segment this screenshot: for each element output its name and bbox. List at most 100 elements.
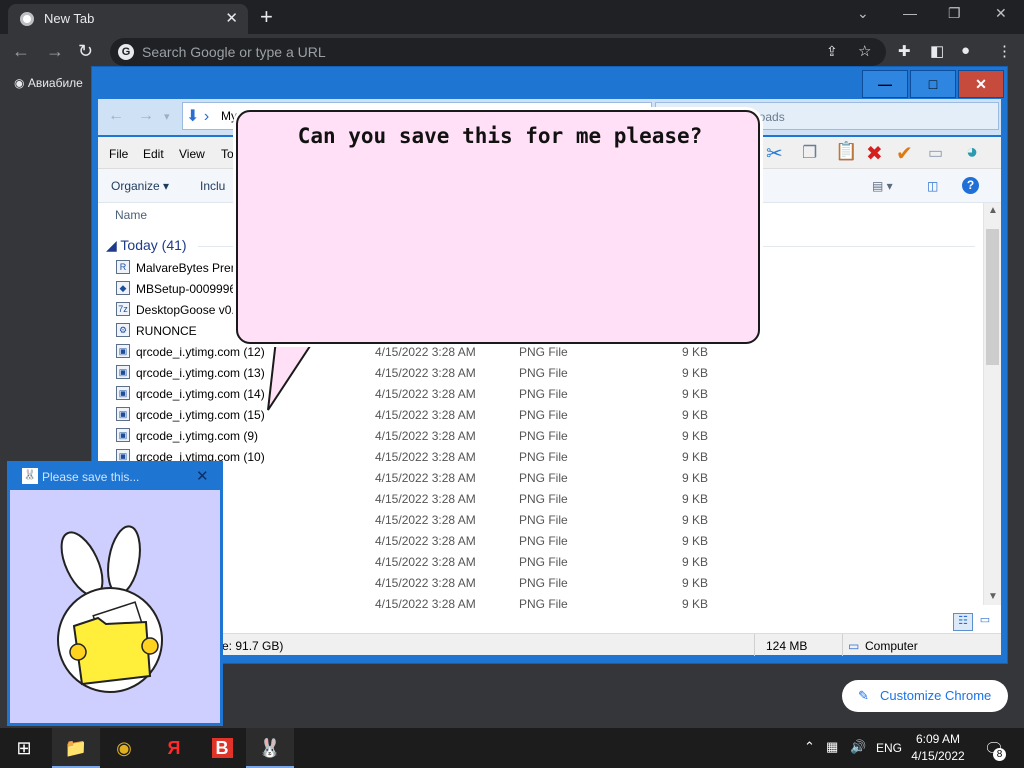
shell-icon[interactable]: ◕ [966, 141, 978, 164]
file-size: 9 KB [682, 534, 709, 548]
table-row[interactable]: om (5)4/15/2022 3:28 AMPNG File9 KB [98, 593, 983, 614]
preview-pane-icon[interactable]: ◫ [927, 179, 938, 193]
scroll-down-icon[interactable]: ▼ [988, 591, 998, 602]
explorer-titlebar[interactable]: — □ ✕ [92, 67, 1007, 99]
maximize-button[interactable]: □ [910, 70, 956, 98]
organize-button[interactable]: Organize ▾ [111, 179, 169, 193]
file-type: PNG File [519, 408, 568, 422]
file-date: 4/15/2022 3:28 AM [375, 492, 476, 506]
bunny-taskbar-icon[interactable]: 🐰 [246, 728, 294, 768]
chrome-taskbar-icon[interactable]: ◉ [100, 728, 148, 768]
paste-icon[interactable]: 📋 [835, 141, 857, 162]
scroll-up-icon[interactable]: ▲ [988, 205, 998, 216]
table-row[interactable]: om (3)4/15/2022 3:28 AMPNG File9 KB [98, 551, 983, 572]
bookmark-item[interactable]: ◉ Авиабиле [14, 76, 83, 90]
details-view-icon[interactable]: ☷ [953, 613, 973, 631]
clock-time[interactable]: 6:09 AM [912, 732, 964, 746]
file-date: 4/15/2022 3:28 AM [375, 513, 476, 527]
close-button[interactable]: ✕ [958, 70, 1004, 98]
file-size: 9 KB [682, 492, 709, 506]
table-row[interactable]: ▣ qrcode_i.ytimg.com (14) 4/15/2022 3:28 A… [98, 383, 983, 404]
table-row[interactable]: ▣ qrcode_i.ytimg.com (12) 4/15/2022 3:28 A… [98, 341, 983, 362]
file-name: qrcode_i.ytimg.com (9) [136, 429, 259, 443]
tab-new-tab[interactable]: New Tab ✕ [8, 4, 248, 34]
menu-file[interactable]: File [109, 147, 128, 161]
copy-icon[interactable]: ❐ [802, 143, 817, 163]
profile-icon[interactable]: ● [961, 42, 970, 59]
new-tab-button[interactable]: + [260, 4, 273, 30]
tray-up-arrow-icon[interactable]: ⌃ [804, 739, 815, 755]
file-type: PNG File [519, 555, 568, 569]
file-name: RUNONCE [136, 324, 197, 338]
file-size: 9 KB [682, 429, 709, 443]
scroll-thumb[interactable] [986, 229, 999, 365]
clock-date[interactable]: 4/15/2022 [906, 749, 970, 763]
forward-icon[interactable]: → [46, 41, 64, 62]
file-size: 9 KB [682, 450, 709, 464]
bookmark-label: Авиабиле [27, 76, 83, 90]
bookmark-star-icon[interactable]: ☆ [858, 42, 871, 60]
popup-titlebar[interactable]: 🐰 Please save this... ✕ [10, 464, 220, 490]
volume-icon[interactable]: 🔊 [850, 739, 866, 755]
file-name: MBSetup-0009996. [136, 282, 240, 296]
windows-start-icon[interactable]: ⊞ [0, 728, 48, 768]
table-row[interactable]: om (4)4/15/2022 3:28 AMPNG File9 KB [98, 572, 983, 593]
forward-icon[interactable]: → [138, 107, 154, 125]
table-row[interactable]: ▣ qrcode_i.ytimg.com (13) 4/15/2022 3:28 A… [98, 362, 983, 383]
file-name: MalvareBytes Pren [136, 261, 238, 275]
file-type-icon: ▣ [116, 344, 130, 358]
delete-icon[interactable]: ✖ [866, 141, 883, 166]
file-size: 9 KB [682, 555, 709, 569]
view-options-icon[interactable]: ▤ ▾ [872, 179, 893, 193]
file-type-icon: ▣ [116, 407, 130, 421]
share-icon[interactable]: ⇪ [826, 43, 838, 60]
reload-icon[interactable]: ↻ [78, 41, 93, 62]
file-date: 4/15/2022 3:28 AM [375, 555, 476, 569]
checkmark-icon[interactable]: ✔ [896, 141, 913, 166]
file-type: PNG File [519, 345, 568, 359]
yandex-icon[interactable]: Я [150, 728, 198, 768]
minimize-button[interactable]: — [862, 70, 908, 98]
group-header[interactable]: ◢ Today (41) [106, 237, 187, 254]
include-button[interactable]: Inclu [200, 179, 225, 193]
file-explorer-icon[interactable]: 📁 [52, 728, 100, 768]
restore-icon[interactable]: ❐ [948, 5, 961, 22]
menu-icon[interactable]: ⋮ [997, 42, 1012, 60]
table-row[interactable]: om (8)4/15/2022 3:28 AMPNG File9 KB [98, 530, 983, 551]
table-row[interactable]: ▣ qrcode_i.ytimg.com (10) 4/15/2022 3:28 A… [98, 446, 983, 467]
back-icon[interactable]: ← [108, 107, 124, 125]
close-tab-icon[interactable]: ✕ [225, 9, 238, 27]
customize-chrome-button[interactable]: ✎ Customize Chrome [842, 680, 1008, 712]
language-indicator[interactable]: ENG [876, 741, 902, 755]
network-icon[interactable]: ▦ [826, 739, 838, 755]
table-row[interactable]: ▣ qrcode_i.ytimg.com (9) 4/15/2022 3:28 AM… [98, 425, 983, 446]
thumbnails-view-icon[interactable]: ▭ [975, 613, 995, 631]
bunny-holding-folder-image [57, 525, 163, 693]
file-name: qrcode_i.ytimg.com (13) [136, 366, 265, 380]
extensions-icon[interactable]: ✚ [898, 42, 911, 60]
table-row[interactable]: om (11)4/15/2022 3:28 AMPNG File9 KB [98, 467, 983, 488]
recent-dropdown-icon[interactable]: ▾ [164, 110, 170, 123]
menu-view[interactable]: View [179, 147, 205, 161]
omnibox[interactable]: G Search Google or type a URL ⇪ ☆ [110, 38, 886, 66]
help-icon[interactable]: ? [962, 177, 979, 194]
popup-window: 🐰 Please save this... ✕ [7, 461, 223, 726]
table-row[interactable]: om (6)4/15/2022 3:28 AMPNG File9 KB [98, 488, 983, 509]
popup-close-button[interactable]: ✕ [196, 467, 209, 485]
side-panel-icon[interactable]: ◧ [930, 42, 944, 60]
minimize-icon[interactable]: — [903, 5, 917, 21]
column-name-header[interactable]: Name [115, 208, 147, 222]
tab-search-icon[interactable]: ⌄ [857, 5, 869, 22]
properties-icon[interactable]: ▭ [928, 143, 943, 163]
close-window-icon[interactable]: ✕ [995, 5, 1007, 22]
table-row[interactable]: ▣ qrcode_i.ytimg.com (15) 4/15/2022 3:28 A… [98, 404, 983, 425]
table-row[interactable]: om (7)4/15/2022 3:28 AMPNG File9 KB [98, 509, 983, 530]
back-icon[interactable]: ← [12, 41, 30, 62]
vivaldi-icon[interactable]: B [198, 728, 246, 768]
file-type-icon: ▣ [116, 365, 130, 379]
vertical-scrollbar[interactable]: ▲ ▼ [983, 203, 1001, 605]
menu-tools[interactable]: To [221, 147, 234, 161]
scissors-icon[interactable]: ✂ [766, 141, 783, 166]
tab-title: New Tab [44, 11, 95, 26]
menu-edit[interactable]: Edit [143, 147, 164, 161]
